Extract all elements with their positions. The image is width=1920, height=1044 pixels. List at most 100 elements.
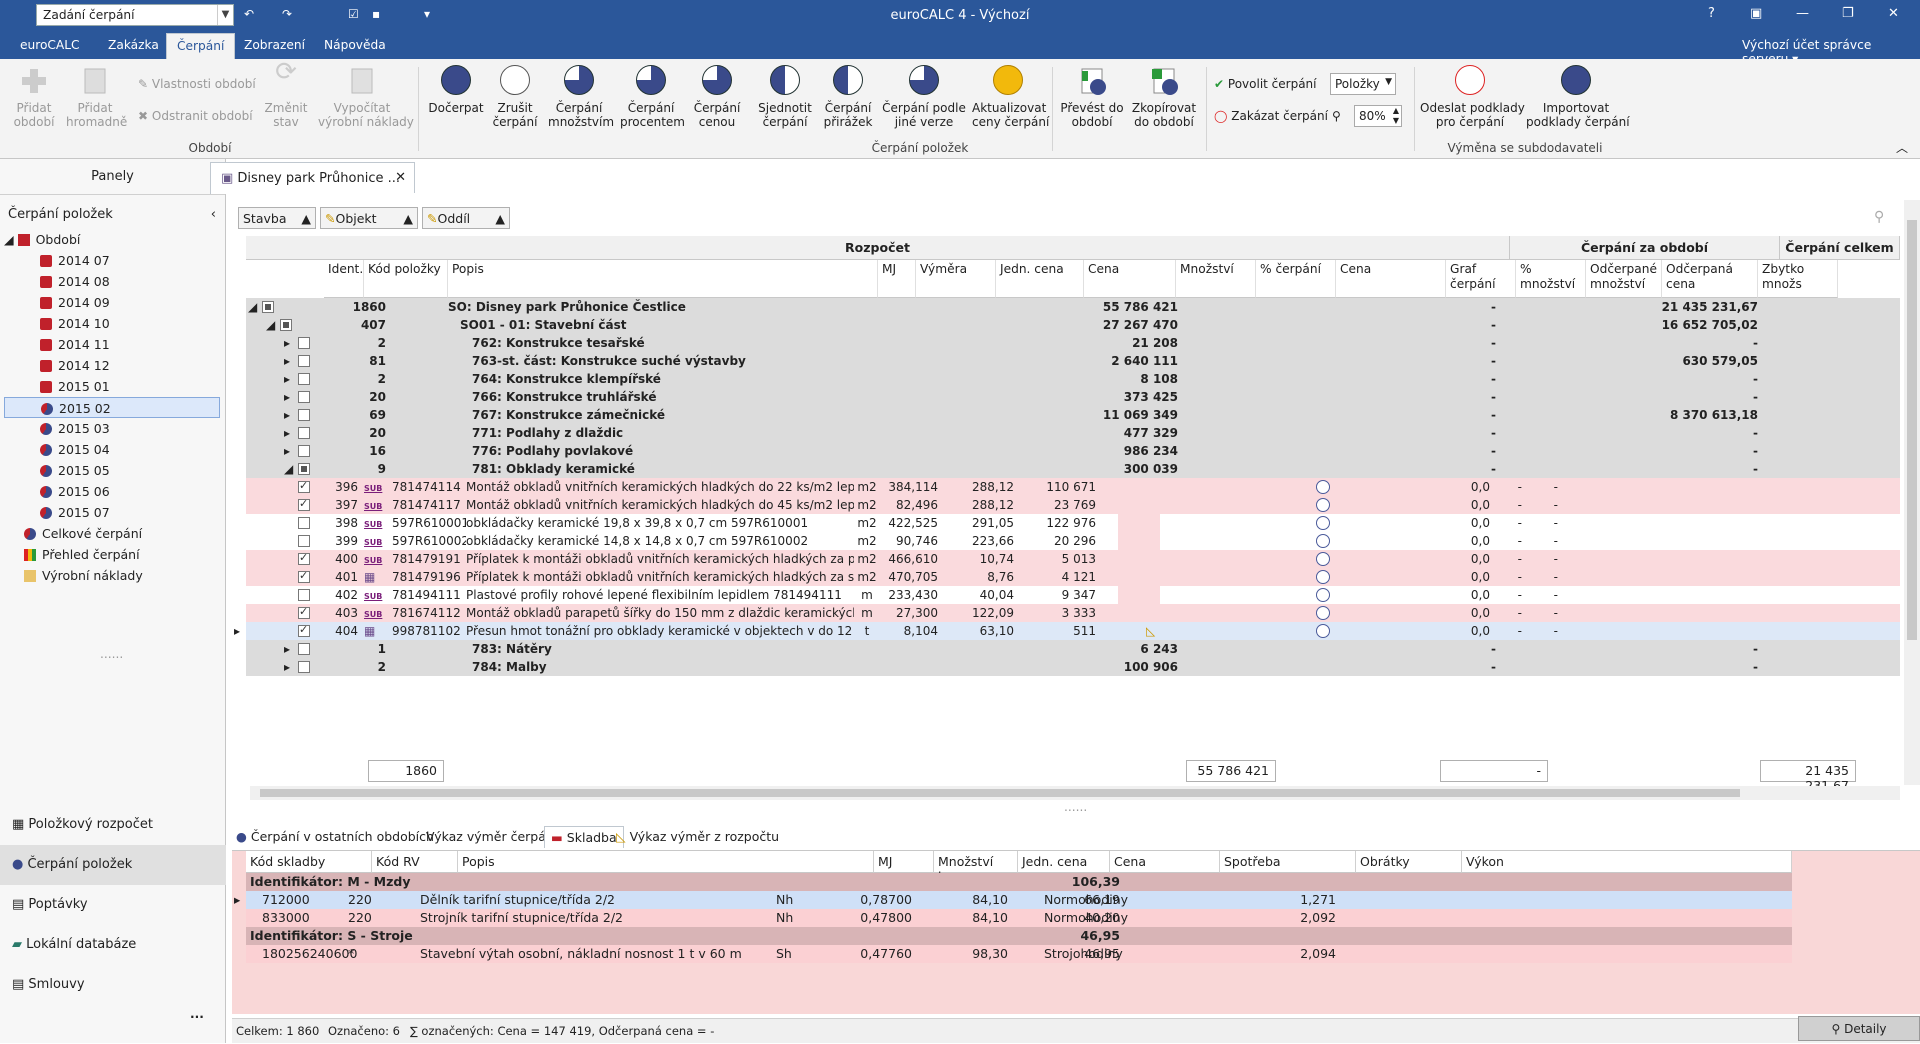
odeslat-podklady-button[interactable]: Odeslat podklady pro čerpání xyxy=(1420,65,1525,129)
lcol-mj[interactable]: MJ xyxy=(874,851,934,873)
filter-icon[interactable]: ⚲ xyxy=(1332,109,1341,123)
table-row[interactable]: 398 SUB 597R610001 obkládačky keramické 19,… xyxy=(246,514,1900,536)
sjednotit-button[interactable]: Sjednotit čerpání xyxy=(756,65,814,129)
nav-lokalni-databaze[interactable]: ▰ Lokální databáze xyxy=(0,925,226,965)
cerpani-prirazek-button[interactable]: Čerpání přirážek xyxy=(822,65,874,129)
table-row[interactable]: ▸ 20 771: Podlahy z dlaždic 477 329- - xyxy=(246,424,1900,442)
col-vymera[interactable]: Výměra xyxy=(916,260,996,298)
tree-node-period[interactable]: 2015 06 xyxy=(4,481,220,502)
table-row[interactable]: ◢ 1860 SO: Disney park Průhonice Čestlice 5… xyxy=(246,298,1900,316)
splitter-grip[interactable]: ...... xyxy=(1064,800,1087,814)
tree-node-period[interactable]: 2014 09 xyxy=(4,292,220,313)
add-bulk-button[interactable]: Přidat hromadně xyxy=(66,65,127,129)
tab-eurocalc[interactable]: euroCALC xyxy=(20,38,80,52)
change-state-button[interactable]: ⟳ Změnit stav xyxy=(262,59,310,129)
document-tab[interactable]: ▣ Disney park Průhonice ... ✕ xyxy=(210,162,415,194)
close-tab-icon[interactable]: ✕ xyxy=(395,170,406,185)
expand-icon[interactable]: ▸ xyxy=(284,658,296,680)
table-row[interactable]: 399 SUB 597R610002 obkládačky keramické 14,… xyxy=(246,532,1900,554)
aktualizovat-ceny-button[interactable]: Aktualizovat ceny čerpání xyxy=(972,65,1049,129)
tab-cerpani[interactable]: Čerpání xyxy=(166,33,236,60)
table-row[interactable]: ▸ 16 776: Podlahy povlakové 986 234- - xyxy=(246,442,1900,460)
importovat-podklady-button[interactable]: Importovat podklady čerpání xyxy=(1526,65,1630,129)
zoom-input[interactable]: 80% ▲ ▼ xyxy=(1354,105,1402,127)
polozky-select[interactable]: Položky ▼ xyxy=(1330,73,1396,95)
tree-node-vyrobni[interactable]: Výrobní náklady xyxy=(4,565,220,586)
table-row[interactable]: 397SUB781474117Montáž obkladů vnitřních … xyxy=(246,496,1900,514)
col-popis[interactable]: Popis xyxy=(448,260,878,298)
lcol-popis[interactable]: Popis xyxy=(458,851,874,873)
table-row[interactable]: 396SUB781474114Montáž obkladů vnitřních … xyxy=(246,478,1900,496)
table-row[interactable]: ▸ 712000 220 Dělník tarifní stupnice/třída … xyxy=(234,891,1792,909)
lcol-rv[interactable]: Kód RV xyxy=(372,851,458,873)
table-row[interactable]: ▸ 20 766: Konstrukce truhlářské 373 425- - xyxy=(246,388,1900,406)
col-mnozstvi[interactable]: Množství xyxy=(1176,260,1256,298)
table-row[interactable]: ▸ 81 763-st. část: Konstrukce suché výstav… xyxy=(246,352,1900,370)
tab-vykaz-rozpoctu[interactable]: ◺ Výkaz výměr z rozpočtu xyxy=(616,826,779,848)
group-row[interactable]: Identifikátor: M - Mzdy 106,39 xyxy=(246,873,1792,891)
tab-skladba[interactable]: ▬ Skladba xyxy=(544,826,624,848)
col-odcerpane-mnozstvi[interactable]: Odčerpané množství xyxy=(1586,260,1662,298)
splitter-grip[interactable]: ...... xyxy=(100,647,123,661)
tree-node-period[interactable]: 2015 04 xyxy=(4,439,220,460)
tree-node-celkove[interactable]: Celkové čerpání xyxy=(4,523,220,544)
cerpani-procentem-button[interactable]: Čerpání procentem xyxy=(620,65,685,129)
col-procent-cerpani[interactable]: % čerpání xyxy=(1256,260,1336,298)
nav-polozkovy-rozpocet[interactable]: ▦ Položkový rozpočet xyxy=(0,805,226,845)
tree-node-period[interactable]: 2015 07 xyxy=(4,502,220,523)
tree-node-period[interactable]: 2014 10 xyxy=(4,313,220,334)
calc-costs-button[interactable]: Vypočítat výrobní náklady xyxy=(318,65,414,129)
restore-icon[interactable]: ❐ xyxy=(1842,6,1854,21)
tree-node-period[interactable]: 2014 07 xyxy=(4,250,220,271)
col-odcerpana-cena[interactable]: Odčerpaná cena xyxy=(1662,260,1758,298)
cerpani-cenou-button[interactable]: Čerpání cenou xyxy=(692,65,742,129)
col-zbytkove[interactable]: Zbytko množs xyxy=(1758,260,1838,298)
col-jedn-cena[interactable]: Jedn. cena xyxy=(996,260,1084,298)
tab-cerpani-ostatni[interactable]: ● Čerpání v ostatních obdobích xyxy=(236,826,434,848)
close-icon[interactable]: ✕ xyxy=(1888,6,1899,21)
zakazat-cerpani-button[interactable]: ◯ Zakázat čerpání xyxy=(1214,109,1328,123)
lcol-jc[interactable]: Jedn. cena xyxy=(1018,851,1110,873)
group-row[interactable]: Identifikátor: S - Stroje 46,95 xyxy=(246,927,1792,945)
filter-objekt[interactable]: ✎Objekt ▲ xyxy=(320,207,418,229)
row-checkbox[interactable] xyxy=(298,658,312,680)
details-button[interactable]: ⚲ Detaily xyxy=(1798,1016,1920,1041)
lcol-cena[interactable]: Cena xyxy=(1110,851,1220,873)
tab-napoveda[interactable]: Nápověda xyxy=(324,38,386,52)
col-mj[interactable]: MJ xyxy=(878,260,916,298)
col-kod[interactable]: Kód položky xyxy=(364,260,448,298)
help-button[interactable]: ? xyxy=(1708,6,1715,21)
cerpani-jine-verze-button[interactable]: Čerpání podle jiné verze xyxy=(882,65,966,129)
horizontal-scrollbar[interactable] xyxy=(250,786,1900,800)
table-row[interactable]: 833000 220 Strojník tarifní stupnice/třída… xyxy=(246,909,1792,927)
table-row[interactable]: 180256240600 * Stavební výtah osobní, nákl… xyxy=(246,945,1792,963)
prevest-button[interactable]: Převést do období xyxy=(1060,65,1124,129)
remove-period-button[interactable]: ✖ Odstranit období xyxy=(138,109,253,123)
expand-icon[interactable]: ◢ xyxy=(4,232,18,247)
sum-cerpani[interactable]: - xyxy=(1440,760,1548,782)
lcol-mnozstvi[interactable]: Množství bez xyxy=(934,851,1018,884)
table-row[interactable]: ◢ 9 781: Obklady keramické 300 039- - xyxy=(246,460,1900,478)
lcol-vykon[interactable]: Výkon xyxy=(1462,851,1792,873)
table-row[interactable]: 402 SUB 781494111 Plastové profily rohové l… xyxy=(246,586,1900,608)
more-icon[interactable]: ... xyxy=(190,1007,204,1021)
collapse-ribbon-icon[interactable]: ︿ xyxy=(1896,139,1908,156)
docerpat-button[interactable]: Dočerpat xyxy=(428,65,484,115)
col-cena-obdobi[interactable]: Cena xyxy=(1336,260,1446,298)
tab-zobrazeni[interactable]: Zobrazení xyxy=(244,38,305,52)
scroll-thumb[interactable] xyxy=(1907,220,1917,640)
zrusit-cerpani-button[interactable]: Zrušit čerpání xyxy=(492,65,538,129)
period-properties-button[interactable]: ✎ Vlastnosti období xyxy=(138,77,256,91)
table-row[interactable]: ▸ 2 762: Konstrukce tesařské 21 208- - xyxy=(246,334,1900,352)
povolit-cerpani-button[interactable]: ✔ Povolit čerpání xyxy=(1214,77,1317,91)
tab-zakazka[interactable]: Zakázka xyxy=(108,38,159,52)
col-ident[interactable]: Ident. xyxy=(324,260,364,298)
table-row[interactable]: ▸ 2 784: Malby 100 906- - xyxy=(246,658,1900,676)
add-period-button[interactable]: Přidat období xyxy=(12,65,56,129)
tree-node-obdobi[interactable]: ◢ Období xyxy=(4,229,220,250)
minimize-icon[interactable]: — xyxy=(1796,6,1809,21)
col-procent-mnozstvi[interactable]: % množství xyxy=(1516,260,1586,298)
tree-node-period[interactable]: 2015 02 xyxy=(4,397,220,418)
table-row[interactable]: ◢ 407 SO01 - 01: Stavební část 27 267 470-1… xyxy=(246,316,1900,334)
scroll-thumb[interactable] xyxy=(260,789,1740,797)
